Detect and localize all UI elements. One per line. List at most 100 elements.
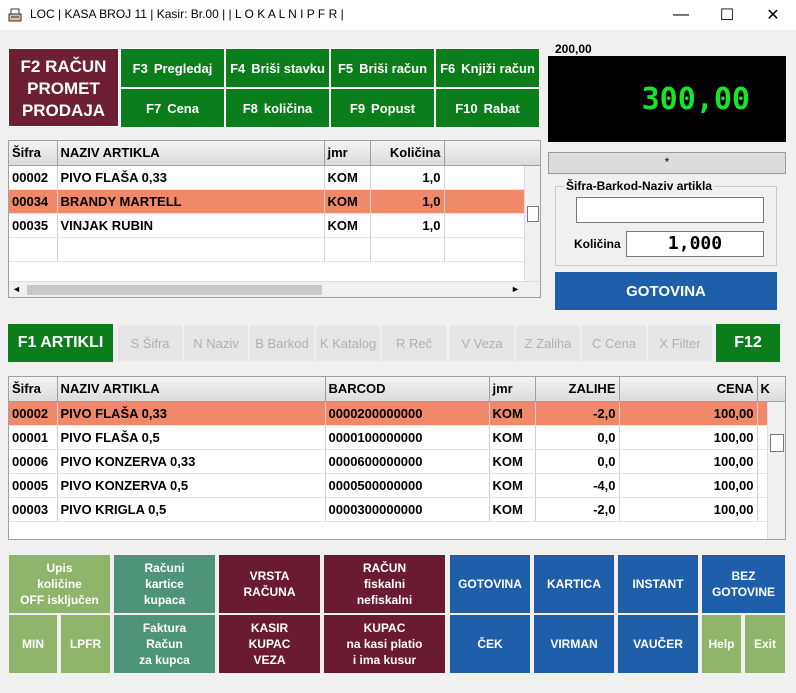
gotovina-button[interactable]: GOTOVINA <box>449 554 531 614</box>
filter-filter-button[interactable]: X Filter <box>647 324 713 362</box>
filter-sifra-button[interactable]: S Šifra <box>117 324 183 362</box>
cell-zalihe: -2,0 <box>535 401 620 426</box>
receipt-header-row: Šifra NAZIV ARTIKLA jmr Količina Ce <box>9 141 540 166</box>
col-cena[interactable]: CENA <box>619 377 758 402</box>
cell-sifra: 00005 <box>9 473 58 498</box>
close-button[interactable]: ✕ <box>750 0 796 30</box>
racuni-kartice-kupaca-button[interactable]: Računi kartice kupaca <box>113 554 216 614</box>
f6-knjizi-racun-button[interactable]: F6 Knjiži račun <box>435 48 540 88</box>
cell-naziv: PIVO FLAŠA 0,33 <box>57 165 325 190</box>
scroll-thumb[interactable] <box>527 206 539 222</box>
col-cena[interactable]: Ce <box>444 141 540 166</box>
table-row[interactable]: 00002 PIVO FLAŠA 0,33 KOM 1,0 100, <box>9 165 540 190</box>
filter-barkod-button[interactable]: B Barkod <box>249 324 315 362</box>
filter-veza-button[interactable]: V Veza <box>449 324 515 362</box>
scroll-right-icon[interactable]: ► <box>511 284 520 294</box>
receipt-vertical-scrollbar[interactable] <box>524 166 540 282</box>
cell-cena: 100,00 <box>619 449 758 474</box>
bez-gotovine-button[interactable]: BEZ GOTOVINE <box>701 554 786 614</box>
kasir-kupac-veza-button[interactable]: KASIR KUPAC VEZA <box>218 614 321 674</box>
cell-cena: 100,00 <box>619 401 758 426</box>
upis-kolicine-button[interactable]: Upis količine OFF isključen <box>8 554 111 614</box>
f10-rabat-button[interactable]: F10 Rabat <box>435 88 540 128</box>
vrsta-line2: RAČUNA <box>243 585 296 599</box>
f7-label: Cena <box>167 100 199 116</box>
col-kolicina[interactable]: Količina <box>370 141 445 166</box>
table-row[interactable]: 00006 PIVO KONZERVA 0,33 0000600000000 K… <box>9 449 785 474</box>
table-row[interactable]: 00001 PIVO FLAŠA 0,5 0000100000000 KOM 0… <box>9 425 785 450</box>
display-top-value: 200,00 <box>555 42 592 56</box>
f12-button[interactable]: F12 <box>716 324 780 362</box>
f3-pregledaj-button[interactable]: F3 Pregledaj <box>120 48 225 88</box>
scroll-thumb[interactable] <box>770 434 784 452</box>
f5-brisi-racun-button[interactable]: F5 Briši račun <box>330 48 435 88</box>
articles-vertical-scrollbar[interactable] <box>767 402 785 539</box>
cell-cena: 100,00 <box>619 497 758 522</box>
col-barcod[interactable]: BARCOD <box>325 377 490 402</box>
faktura-button[interactable]: Faktura Račun za kupca <box>113 614 216 674</box>
filter-cena-button[interactable]: C Cena <box>581 324 647 362</box>
minimize-button[interactable]: — <box>658 0 704 30</box>
instant-button[interactable]: INSTANT <box>617 554 699 614</box>
cell-zalihe: 0,0 <box>535 449 620 474</box>
cell-barcod: 0000500000000 <box>325 473 490 498</box>
help-button[interactable]: Help <box>701 614 742 674</box>
f1-artikli-button[interactable]: F1 ARTIKLI <box>8 324 113 362</box>
f9-popust-button[interactable]: F9 Popust <box>330 88 435 128</box>
articles-grid[interactable]: Šifra NAZIV ARTIKLA BARCOD jmr ZALIHE CE… <box>8 376 786 540</box>
vaucer-button[interactable]: VAUČER <box>617 614 699 674</box>
cell-sifra: 00034 <box>9 189 58 214</box>
receipt-horizontal-scrollbar[interactable]: ◄ ► <box>9 281 540 297</box>
table-row[interactable]: 00003 PIVO KRIGLA 0,5 0000300000000 KOM … <box>9 497 785 522</box>
bez-line1: BEZ <box>731 569 756 583</box>
exit-button[interactable]: Exit <box>744 614 786 674</box>
kasir-line2: KUPAC <box>248 637 291 651</box>
cek-button[interactable]: ČEK <box>449 614 531 674</box>
f4-brisi-stavku-button[interactable]: F4 Briši stavku <box>225 48 330 88</box>
col-sifra[interactable]: Šifra <box>9 141 58 166</box>
receipt-grid[interactable]: Šifra NAZIV ARTIKLA jmr Količina Ce 0000… <box>8 140 541 298</box>
search-input[interactable] <box>576 197 764 223</box>
kartica-button[interactable]: KARTICA <box>533 554 615 614</box>
f4-label: Briši stavku <box>251 60 325 76</box>
table-row-selected[interactable]: 00002 PIVO FLAŠA 0,33 0000200000000 KOM … <box>9 401 785 426</box>
col-k[interactable]: K <box>757 377 785 402</box>
h-scroll-thumb[interactable] <box>27 285 322 295</box>
articles-header-row: Šifra NAZIV ARTIKLA BARCOD jmr ZALIHE CE… <box>9 377 785 402</box>
table-row[interactable]: 00005 PIVO KONZERVA 0,5 0000500000000 KO… <box>9 473 785 498</box>
lpfr-button[interactable]: LPFR <box>60 614 111 674</box>
gotovina-pay-button[interactable]: GOTOVINA <box>555 272 777 310</box>
virman-button[interactable]: VIRMAN <box>533 614 615 674</box>
maximize-button[interactable]: ☐ <box>704 0 750 30</box>
min-button[interactable]: MIN <box>8 614 58 674</box>
filter-naziv-button[interactable]: N Naziv <box>183 324 249 362</box>
status-bar: * <box>548 152 786 174</box>
scroll-left-icon[interactable]: ◄ <box>12 284 21 294</box>
col-naziv[interactable]: NAZIV ARTIKLA <box>57 377 326 402</box>
vrsta-racuna-button[interactable]: VRSTA RAČUNA <box>218 554 321 614</box>
cell-naziv: PIVO KONZERVA 0,33 <box>57 449 326 474</box>
f3-label: Pregledaj <box>153 60 213 76</box>
col-jmr[interactable]: jmr <box>489 377 536 402</box>
kupac-kusur-button[interactable]: KUPAC na kasi platio i ima kusur <box>323 614 446 674</box>
cell-sifra: 00002 <box>9 401 58 426</box>
col-sifra[interactable]: Šifra <box>9 377 58 402</box>
filter-katalog-button[interactable]: K Katalog <box>315 324 381 362</box>
search-group: Šifra-Barkod-Naziv artikla Količina 1,00… <box>555 179 777 266</box>
f2-racun-button[interactable]: F2 RAČUN PROMET PRODAJA <box>8 48 119 127</box>
faktura-line3: za kupca <box>139 653 190 667</box>
filter-rec-button[interactable]: R Reč <box>381 324 447 362</box>
col-zalihe[interactable]: ZALIHE <box>535 377 620 402</box>
col-naziv[interactable]: NAZIV ARTIKLA <box>57 141 325 166</box>
col-jmr[interactable]: jmr <box>324 141 371 166</box>
fiskalni-line3: nefiskalni <box>356 593 413 607</box>
table-row-selected[interactable]: 00034 BRANDY MARTELL KOM 1,0 100, <box>9 189 540 214</box>
kupac-line1: KUPAC <box>363 621 406 635</box>
quantity-input[interactable]: 1,000 <box>626 231 764 257</box>
table-row[interactable]: 00035 VINJAK RUBIN KOM 1,0 100, <box>9 213 540 238</box>
f8-kolicina-button[interactable]: F8 količina <box>225 88 330 128</box>
f7-cena-button[interactable]: F7 Cena <box>120 88 225 128</box>
f5-key: F5 <box>337 60 354 76</box>
racun-fiskalni-button[interactable]: RAČUN fiskalni nefiskalni <box>323 554 446 614</box>
filter-zaliha-button[interactable]: Z Zaliha <box>515 324 581 362</box>
